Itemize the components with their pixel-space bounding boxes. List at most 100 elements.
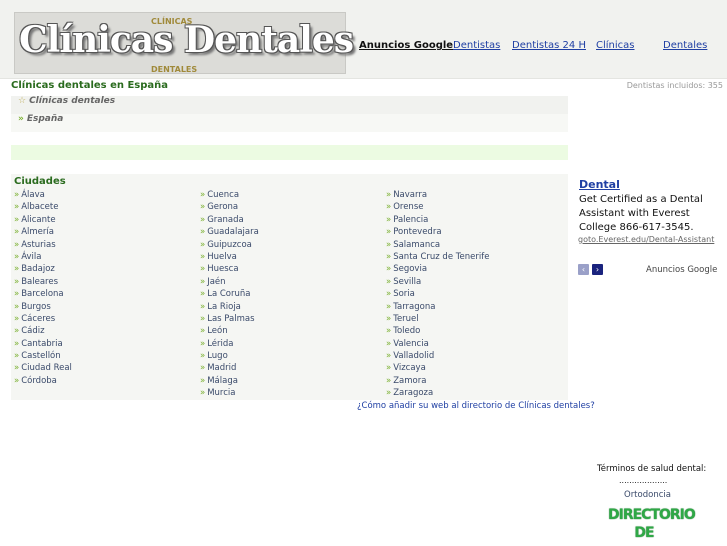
nav-dentistas-24h[interactable]: Dentistas 24 H [512,40,586,51]
chevron-right-icon[interactable]: › [592,264,603,275]
city-link[interactable]: » Cuenca [200,190,259,202]
city-link[interactable]: » Valladolid [386,351,489,363]
city-label: Segovia [393,264,428,275]
city-link[interactable]: » Huesca [200,264,259,276]
arrow-icon: » [200,375,206,386]
city-link[interactable]: » Jaén [200,277,259,289]
arrow-icon: » [200,301,206,312]
city-link[interactable]: » Teruel [386,314,489,326]
nav-dentistas[interactable]: Dentistas [453,40,500,51]
city-link[interactable]: » Murcia [200,388,259,400]
ad-url-link[interactable]: goto.Everest.edu/Dental-Assistant [578,235,714,244]
city-link[interactable]: » Huelva [200,252,259,264]
directory-logo[interactable]: DIRECTORIO DE [608,506,696,546]
city-link[interactable]: » Burgos [14,302,72,314]
city-link[interactable]: » Toledo [386,326,489,338]
term-link-ortodoncia[interactable]: Ortodoncia [624,490,671,500]
city-label: Murcia [207,388,236,399]
arrow-icon: » [14,190,20,200]
terms-divider: ................... [619,476,668,485]
city-link[interactable]: » Ávila [14,252,72,264]
city-link[interactable]: » Álava [14,190,72,202]
nav-anuncios-google[interactable]: Anuncios Google [359,40,453,51]
city-link[interactable]: » Soria [386,289,489,301]
city-link[interactable]: » Córdoba [14,376,72,388]
city-link[interactable]: » Albacete [14,202,72,214]
city-label: Zamora [393,375,427,386]
logo-subtitle-top: CLÍNICAS [151,17,193,26]
city-link[interactable]: » León [200,326,259,338]
arrow-icon: » [200,227,206,238]
city-link[interactable]: » Cantabria [14,339,72,351]
city-link[interactable]: » Sevilla [386,277,489,289]
city-label: Cantabria [21,338,63,349]
city-link[interactable]: » Orense [386,202,489,214]
city-link[interactable]: » Madrid [200,363,259,375]
arrow-icon: » [386,289,392,300]
arrow-icon: » [200,313,206,324]
city-label: Zaragoza [393,388,434,399]
nav-dentales[interactable]: Dentales [663,40,707,51]
city-link[interactable]: » Zaragoza [386,388,489,400]
arrow-icon: » [386,375,392,386]
breadcrumb-level2[interactable]: » España [11,114,568,132]
city-link[interactable]: » Barcelona [14,289,72,301]
add-site-link[interactable]: ¿Cómo añadir su web al directorio de Clí… [357,401,595,411]
cities-column-1: » Álava» Albacete» Alicante» Almería» Asturia… [14,190,72,388]
city-link[interactable]: » Baleares [14,277,72,289]
city-link[interactable]: » Gerona [200,202,259,214]
city-link[interactable]: » Alicante [14,215,72,227]
city-link[interactable]: » La Coruña [200,289,259,301]
city-label: Álava [21,190,45,200]
city-label: Pontevedra [393,227,442,238]
arrow-icon: » [386,227,392,238]
arrow-icon: » [386,326,392,337]
city-link[interactable]: » Zamora [386,376,489,388]
city-link[interactable]: » Badajoz [14,264,72,276]
city-link[interactable]: » Castellón [14,351,72,363]
city-label: León [207,326,228,337]
nav-clinicas[interactable]: Clínicas [596,40,635,51]
city-link[interactable]: » Vizcaya [386,363,489,375]
city-link[interactable]: » Guadalajara [200,227,259,239]
city-label: Toledo [393,326,421,337]
city-label: Burgos [21,301,51,312]
city-link[interactable]: » Santa Cruz de Tenerife [386,252,489,264]
city-label: Baleares [21,276,59,287]
city-label: Guadalajara [207,227,259,238]
city-label: Lugo [207,351,228,362]
city-link[interactable]: » Las Palmas [200,314,259,326]
arrow-icon: » [200,276,206,287]
city-link[interactable]: » Valencia [386,339,489,351]
city-link[interactable]: » Pontevedra [386,227,489,239]
logo-subtitle-bottom: DENTALES [151,65,198,74]
arrow-icon: » [14,375,20,386]
breadcrumb-level1[interactable]: ☆ Clínicas dentales [11,96,568,114]
city-link[interactable]: » Cáceres [14,314,72,326]
city-link[interactable]: » Almería [14,227,72,239]
city-link[interactable]: » Málaga [200,376,259,388]
chevron-left-icon[interactable]: ‹ [578,264,589,275]
directory-logo-line1: DIRECTORIO [608,507,696,523]
ad-title-link[interactable]: Dental [579,178,620,191]
city-link[interactable]: » Granada [200,215,259,227]
site-logo[interactable]: Clínicas Dentales CLÍNICAS DENTALES [14,12,354,74]
arrow-icon: » [386,264,392,275]
ads-by-google-link[interactable]: Anuncios Google [646,265,717,275]
city-link[interactable]: » Segovia [386,264,489,276]
city-link[interactable]: » Palencia [386,215,489,227]
city-link[interactable]: » La Rioja [200,302,259,314]
city-link[interactable]: » Ciudad Real [14,363,72,375]
city-label: Ciudad Real [21,363,72,374]
city-label: Albacete [21,202,59,213]
city-link[interactable]: » Lérida [200,339,259,351]
city-link[interactable]: » Lugo [200,351,259,363]
city-link[interactable]: » Cádiz [14,326,72,338]
city-link[interactable]: » Tarragona [386,302,489,314]
city-link[interactable]: » Guipuzcoa [200,240,259,252]
arrow-icon: » [14,239,20,250]
city-link[interactable]: » Salamanca [386,240,489,252]
city-link[interactable]: » Asturias [14,240,72,252]
arrow-icon: » [200,251,206,262]
city-link[interactable]: » Navarra [386,190,489,202]
